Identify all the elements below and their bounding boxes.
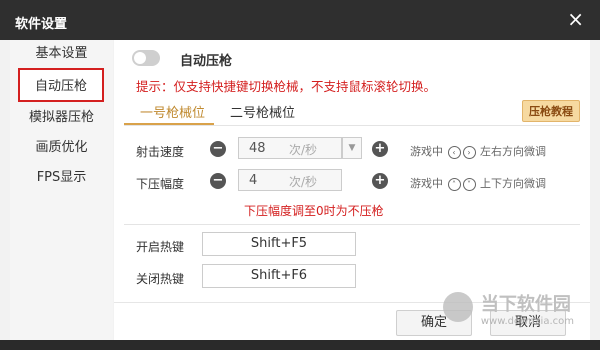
sidebar: 基本设置 自动压枪 模拟器压枪 画质优化 FPS显示 [10,40,113,340]
fire-speed-unit: 次/秒 [289,143,318,157]
close-hotkey-label: 关闭热键 [136,272,185,286]
press-amount-tip-prefix: 游戏中 [410,177,443,190]
open-hotkey-input[interactable]: Shift+F5 [202,232,356,256]
watermark-url: www.downxia.com [480,316,574,327]
fire-speed-value: 48 [249,141,266,156]
open-hotkey-label: 开启热键 [136,240,185,254]
down-arrow-icon: ˅ [462,177,476,191]
auto-recoil-label: 自动压枪 [180,54,233,69]
press-amount-warning: 下压幅度调至0时为不压枪 [244,204,384,218]
sidebar-item-auto-recoil[interactable]: 自动压枪 [18,68,104,102]
fire-speed-tip-prefix: 游戏中 [410,145,443,158]
fire-speed-tip-suffix: 左右方向微调 [480,145,546,158]
window-title: 软件设置 [15,17,68,32]
fire-speed-label: 射击速度 [136,145,185,159]
press-amount-label: 下压幅度 [136,177,185,191]
fire-speed-increase-button[interactable]: + [372,141,388,157]
sidebar-item-fps-display[interactable]: FPS显示 [10,164,113,192]
tab-weapon-slot-2[interactable]: 二号枪械位 [230,102,295,121]
fire-speed-tip: 游戏中 ‹ › 左右方向微调 [410,143,546,159]
section-divider [124,224,580,225]
up-arrow-icon: ˄ [447,177,461,191]
right-arrow-icon: › [462,145,476,159]
press-amount-value: 4 [249,173,258,188]
settings-window: 软件设置 × 基本设置 自动压枪 模拟器压枪 画质优化 FPS显示 自动压枪 提… [0,0,600,350]
press-amount-input[interactable]: 4 次/秒 [238,169,342,191]
press-amount-unit: 次/秒 [289,175,318,189]
sidebar-item-graphics-optimize[interactable]: 画质优化 [10,134,113,162]
left-arrow-icon: ‹ [447,145,461,159]
fire-speed-decrease-button[interactable]: − [210,141,226,157]
title-bar: 软件设置 × [0,0,600,40]
chevron-down-icon[interactable]: ▼ [342,137,362,159]
watermark: 当下软件园 www.downxia.com [442,290,574,327]
active-tab-indicator [124,123,214,125]
press-amount-tip-suffix: 上下方向微调 [480,177,546,190]
hint-text: 提示：仅支持快捷键切换枪械，不支持鼠标滚轮切换。 [136,79,437,94]
tab-weapon-slot-1[interactable]: 一号枪械位 [140,102,205,121]
close-icon[interactable]: × [567,9,584,29]
watermark-title: 当下软件园 [480,294,571,315]
tab-divider [124,125,580,126]
close-hotkey-input[interactable]: Shift+F6 [202,264,356,288]
press-amount-tip: 游戏中 ˄ ˅ 上下方向微调 [410,175,546,191]
sidebar-item-basic-settings[interactable]: 基本设置 [10,40,113,68]
press-amount-decrease-button[interactable]: − [210,173,226,189]
press-amount-increase-button[interactable]: + [372,173,388,189]
recoil-tutorial-button[interactable]: 压枪教程 [522,100,580,122]
background-strip [0,340,600,350]
auto-recoil-toggle[interactable] [132,50,160,66]
sidebar-item-emulator-recoil[interactable]: 模拟器压枪 [10,104,113,132]
fire-speed-input[interactable]: 48 次/秒 [238,137,342,159]
watermark-logo-icon [442,292,473,322]
